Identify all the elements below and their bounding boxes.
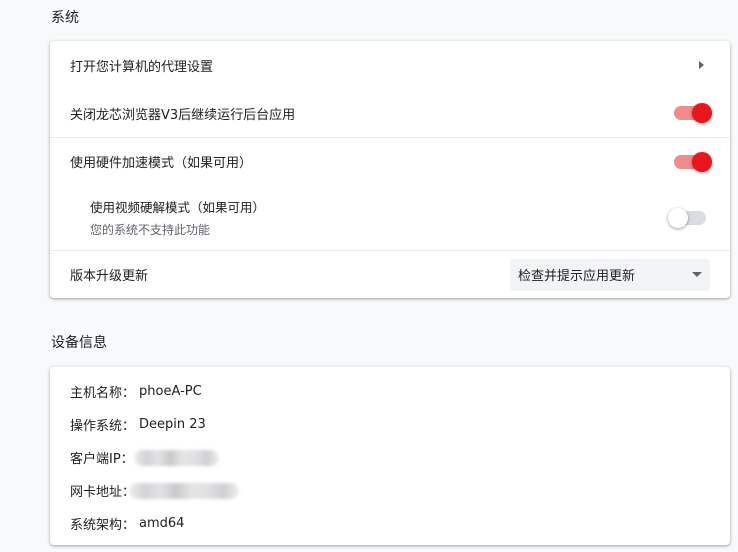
proxy-settings-label: 打开您计算机的代理设置 bbox=[70, 59, 214, 75]
ip-row: 客户端IP： bbox=[70, 441, 710, 474]
ip-value-redacted bbox=[133, 449, 219, 466]
hw-accel-label: 使用硬件加速模式（如果可用） bbox=[70, 156, 253, 171]
hw-accel-toggle[interactable] bbox=[674, 151, 712, 172]
update-select[interactable]: 检查并提示应用更新 bbox=[510, 258, 710, 291]
video-decode-row: 使用视频硬解模式（如果可用） 您的系统不支持此功能 bbox=[50, 185, 730, 250]
arch-key: 系统架构： bbox=[70, 518, 136, 533]
update-label: 版本升级更新 bbox=[70, 269, 149, 284]
video-decode-sublabel: 您的系统不支持此功能 bbox=[90, 223, 211, 237]
os-key: 操作系统： bbox=[70, 419, 136, 434]
toggle-knob bbox=[692, 103, 712, 123]
background-apps-label: 关闭龙芯浏览器V3后继续运行后台应用 bbox=[70, 107, 296, 123]
background-apps-toggle[interactable] bbox=[674, 103, 712, 123]
device-info-card: 主机名称： phoeA-PC 操作系统： Deepin 23 客户端IP： 网卡地址… bbox=[50, 367, 730, 545]
caret-down-icon bbox=[692, 272, 702, 277]
video-decode-toggle[interactable] bbox=[668, 207, 706, 228]
device-section-title: 设备信息 bbox=[51, 335, 107, 351]
ip-key: 客户端IP： bbox=[70, 452, 134, 467]
os-row: 操作系统： Deepin 23 bbox=[70, 408, 710, 441]
system-section-title: 系统 bbox=[51, 10, 79, 26]
video-decode-label: 使用视频硬解模式（如果可用） bbox=[90, 200, 266, 215]
proxy-settings-row[interactable]: 打开您计算机的代理设置 bbox=[50, 41, 730, 89]
update-row: 版本升级更新 检查并提示应用更新 bbox=[50, 250, 730, 298]
host-row: 主机名称： phoeA-PC bbox=[70, 375, 710, 408]
mac-value-redacted bbox=[129, 482, 240, 499]
background-apps-row: 关闭龙芯浏览器V3后继续运行后台应用 bbox=[50, 89, 730, 137]
system-card: 打开您计算机的代理设置 关闭龙芯浏览器V3后继续运行后台应用 使用硬件加速模式（… bbox=[50, 41, 730, 298]
os-value: Deepin 23 bbox=[139, 417, 206, 432]
toggle-knob bbox=[692, 151, 712, 172]
toggle-knob bbox=[668, 207, 688, 228]
update-select-value: 检查并提示应用更新 bbox=[518, 269, 636, 284]
host-key: 主机名称： bbox=[70, 386, 136, 401]
arch-value: amd64 bbox=[139, 516, 185, 531]
hw-accel-row: 使用硬件加速模式（如果可用） bbox=[50, 137, 730, 185]
mac-key: 网卡地址： bbox=[70, 485, 136, 500]
mac-row: 网卡地址： bbox=[70, 474, 710, 507]
chevron-right-icon bbox=[699, 61, 704, 69]
arch-row: 系统架构： amd64 bbox=[70, 507, 710, 540]
host-value: phoeA-PC bbox=[139, 384, 202, 399]
